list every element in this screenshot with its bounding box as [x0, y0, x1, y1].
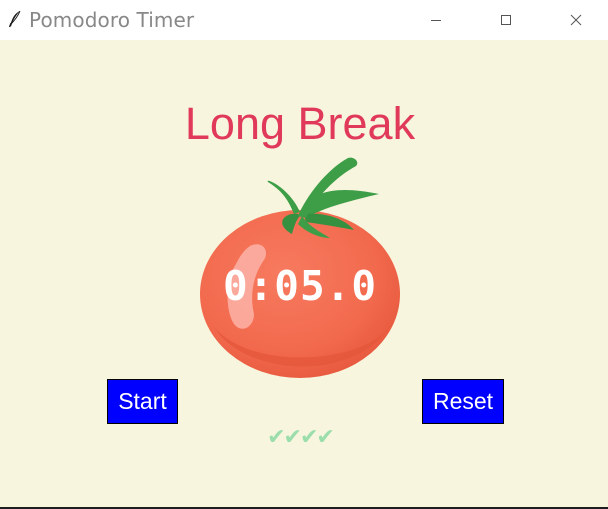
feather-icon: [8, 10, 21, 28]
timer-display: 0:05.0: [222, 262, 378, 310]
close-icon: [570, 14, 582, 26]
reset-button[interactable]: Reset: [422, 379, 504, 424]
maximize-icon: [501, 15, 511, 25]
window-title: Pomodoro Timer: [29, 8, 195, 32]
start-button[interactable]: Start: [107, 379, 178, 424]
minimize-button[interactable]: [401, 0, 471, 40]
title-bar: Pomodoro Timer: [0, 0, 608, 40]
maximize-button[interactable]: [471, 0, 541, 40]
phase-label: Long Break: [184, 98, 416, 149]
close-button[interactable]: [541, 0, 608, 40]
minimize-icon: [431, 20, 441, 21]
session-checkmarks: ✔✔✔✔: [267, 425, 335, 450]
